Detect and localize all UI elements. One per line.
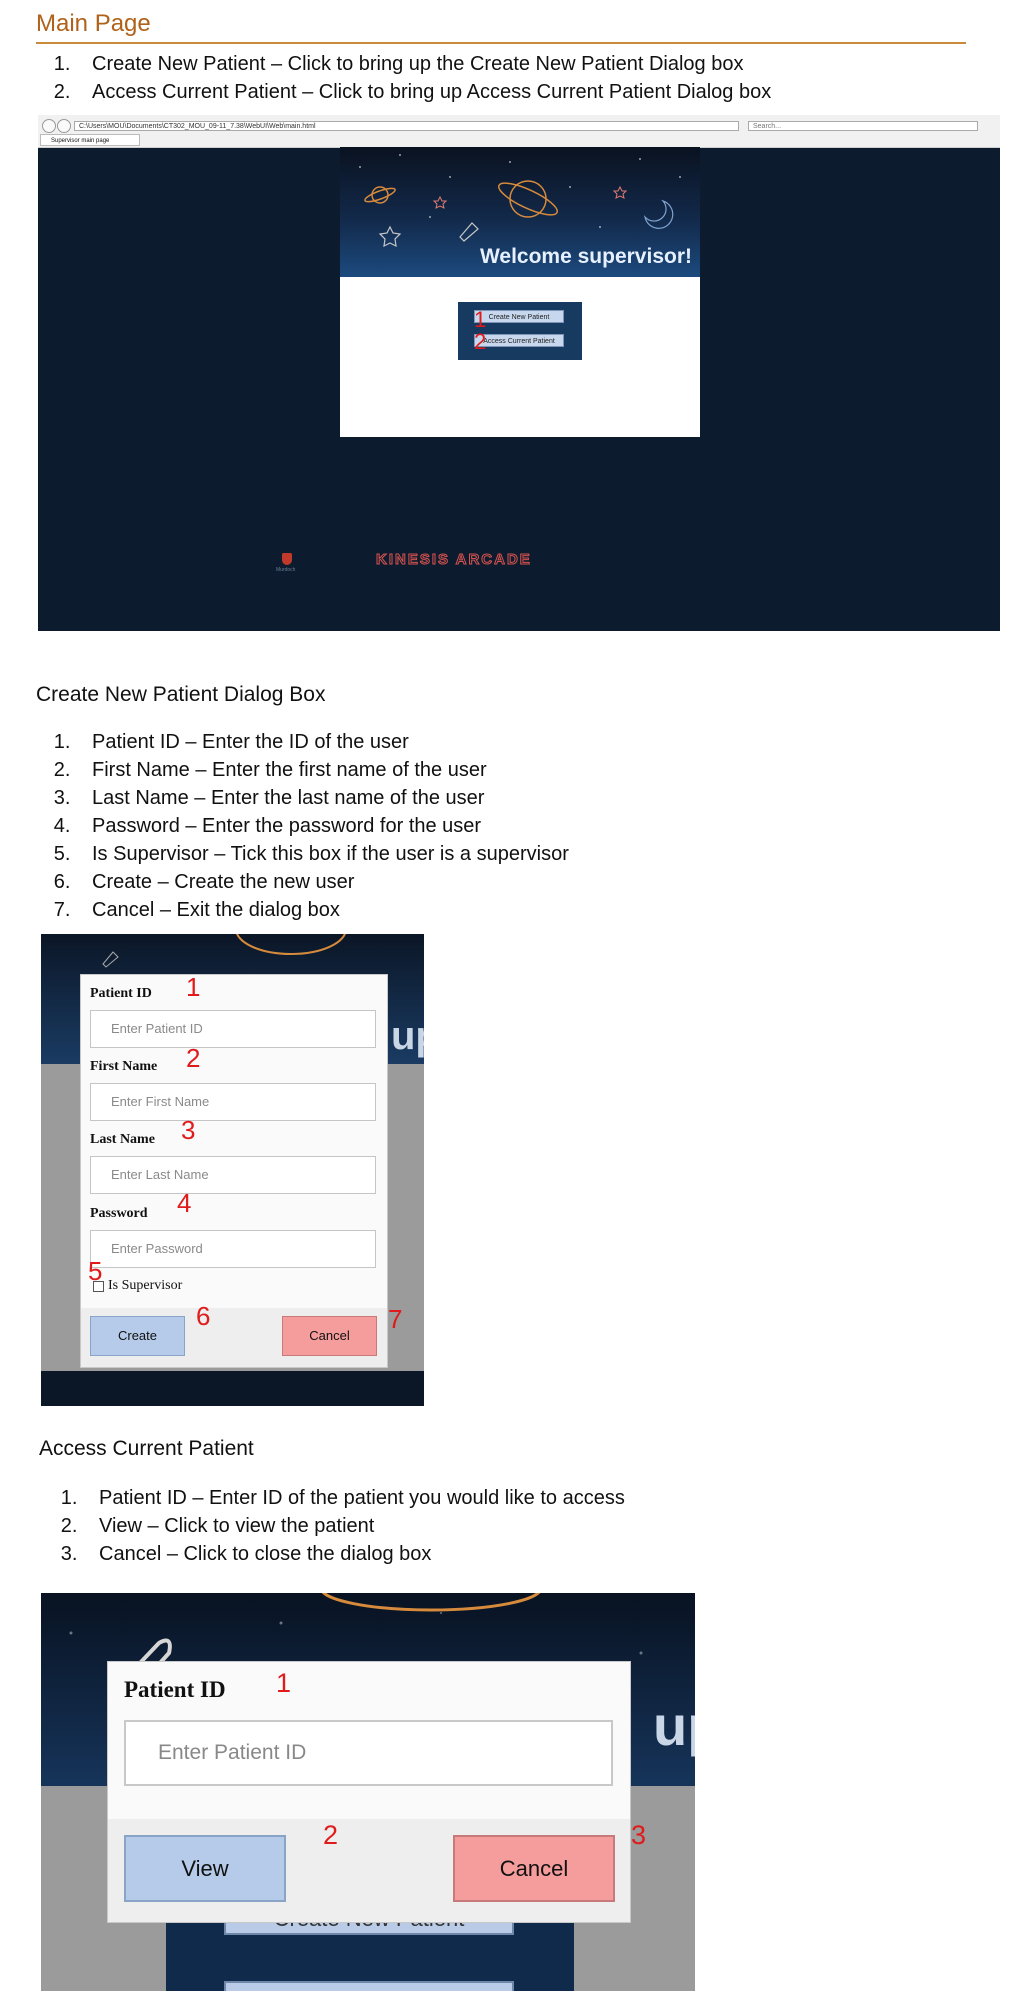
planet-icon	[321, 1593, 541, 1612]
create-button[interactable]: Create	[90, 1316, 185, 1356]
dialog-backdrop-footer	[41, 1371, 424, 1406]
annotation-marker: 3	[181, 1115, 196, 1145]
access-section-steps: Patient ID – Enter ID of the patient you…	[43, 1484, 625, 1568]
main-page-heading: Main Page	[36, 10, 151, 37]
planet-icon	[364, 180, 559, 218]
first-name-input[interactable]: Enter First Name	[90, 1083, 376, 1121]
create-new-patient-button[interactable]: Create New Patient	[474, 310, 564, 323]
cancel-button[interactable]: Cancel	[282, 1316, 377, 1356]
list-item: Cancel – Click to close the dialog box	[83, 1540, 625, 1568]
list-item: Create – Create the new user	[76, 868, 569, 896]
first-name-label: First Name	[90, 1059, 158, 1074]
address-bar[interactable]: C:\Users\MOU\Documents\CT302_MOU_09-11_7…	[74, 121, 739, 131]
star-icon	[378, 225, 402, 248]
list-item: Is Supervisor – Tick this box if the use…	[76, 840, 569, 868]
university-logo	[282, 553, 292, 565]
cancel-button[interactable]: Cancel	[453, 1835, 615, 1902]
dialog-footer: View Cancel	[108, 1819, 630, 1922]
browser-search-input[interactable]: Search...	[748, 121, 978, 131]
welcome-heading: Welcome supervisor!	[479, 245, 692, 268]
access-dialog-screenshot: up Create New Patient Patient ID Enter P…	[41, 1593, 695, 1991]
create-dialog-screenshot: up Patient ID Enter Patient ID First Nam…	[41, 934, 424, 1406]
moon-icon	[643, 199, 674, 229]
view-button[interactable]: View	[124, 1835, 286, 1902]
annotation-marker: 4	[177, 1188, 192, 1218]
annotation-marker: 1	[186, 972, 201, 1002]
browser-tab[interactable]: Supervisor main page	[40, 134, 140, 146]
main-page-steps: Create New Patient – Click to bring up t…	[36, 50, 771, 106]
annotation-marker: 2	[186, 1043, 201, 1073]
access-section-title: Access Current Patient	[39, 1437, 254, 1460]
last-name-label: Last Name	[90, 1132, 155, 1147]
background-access-button	[224, 1981, 514, 1991]
create-section-title: Create New Patient Dialog Box	[36, 683, 326, 706]
supervisor-main-screenshot: C:\Users\MOU\Documents\CT302_MOU_09-11_7…	[38, 115, 1000, 631]
password-label: Password	[90, 1206, 148, 1221]
list-item: Create New Patient – Click to bring up t…	[76, 50, 771, 78]
access-patient-dialog: Patient ID Enter Patient ID View Cancel	[107, 1661, 631, 1923]
list-item: Access Current Patient – Click to bring …	[76, 78, 771, 106]
create-section-steps: Patient ID – Enter the ID of the user Fi…	[36, 728, 569, 924]
kinesis-arcade-logo: KINESIS ARCADE	[376, 551, 532, 569]
list-item: Patient ID – Enter ID of the patient you…	[83, 1484, 625, 1512]
annotation-marker: 6	[196, 1301, 211, 1331]
annotation-marker: 2	[323, 1820, 339, 1850]
last-name-input[interactable]: Enter Last Name	[90, 1156, 376, 1194]
password-input[interactable]: Enter Password	[90, 1230, 376, 1268]
annotation-marker: 2	[474, 329, 487, 354]
is-supervisor-label: Is Supervisor	[108, 1278, 183, 1293]
background-text: up	[391, 1014, 424, 1058]
create-patient-dialog: Patient ID Enter Patient ID First Name E…	[80, 974, 388, 1368]
annotation-marker: 7	[388, 1304, 403, 1334]
access-current-patient-button[interactable]: Access Current Patient	[474, 334, 564, 347]
list-item: Password – Enter the password for the us…	[76, 812, 569, 840]
browser-toolbar: C:\Users\MOU\Documents\CT302_MOU_09-11_7…	[38, 115, 1000, 148]
back-icon[interactable]	[42, 119, 56, 133]
list-item: Last Name – Enter the last name of the u…	[76, 784, 569, 812]
dialog-footer: Create Cancel	[81, 1308, 387, 1367]
annotation-marker: 5	[88, 1256, 103, 1286]
annotation-marker: 1	[276, 1668, 292, 1698]
patient-id-input[interactable]: Enter Patient ID	[124, 1720, 613, 1786]
patient-id-input[interactable]: Enter Patient ID	[90, 1010, 376, 1048]
forward-icon[interactable]	[57, 119, 71, 133]
heading-divider	[36, 42, 966, 44]
supervisor-app: Welcome supervisor! Create New Patient A…	[340, 147, 700, 437]
list-item: Patient ID – Enter the ID of the user	[76, 728, 569, 756]
patient-id-label: Patient ID	[124, 1677, 226, 1702]
patient-id-label: Patient ID	[90, 986, 152, 1001]
space-banner: Welcome supervisor!	[340, 147, 700, 277]
university-logo-text: Murdoch	[276, 567, 296, 573]
list-item: First Name – Enter the first name of the…	[76, 756, 569, 784]
list-item: View – Click to view the patient	[83, 1512, 625, 1540]
list-item: Cancel – Exit the dialog box	[76, 896, 569, 924]
annotation-marker: 3	[631, 1820, 647, 1850]
rocket-icon	[459, 222, 479, 242]
background-text: up	[653, 1694, 695, 1757]
